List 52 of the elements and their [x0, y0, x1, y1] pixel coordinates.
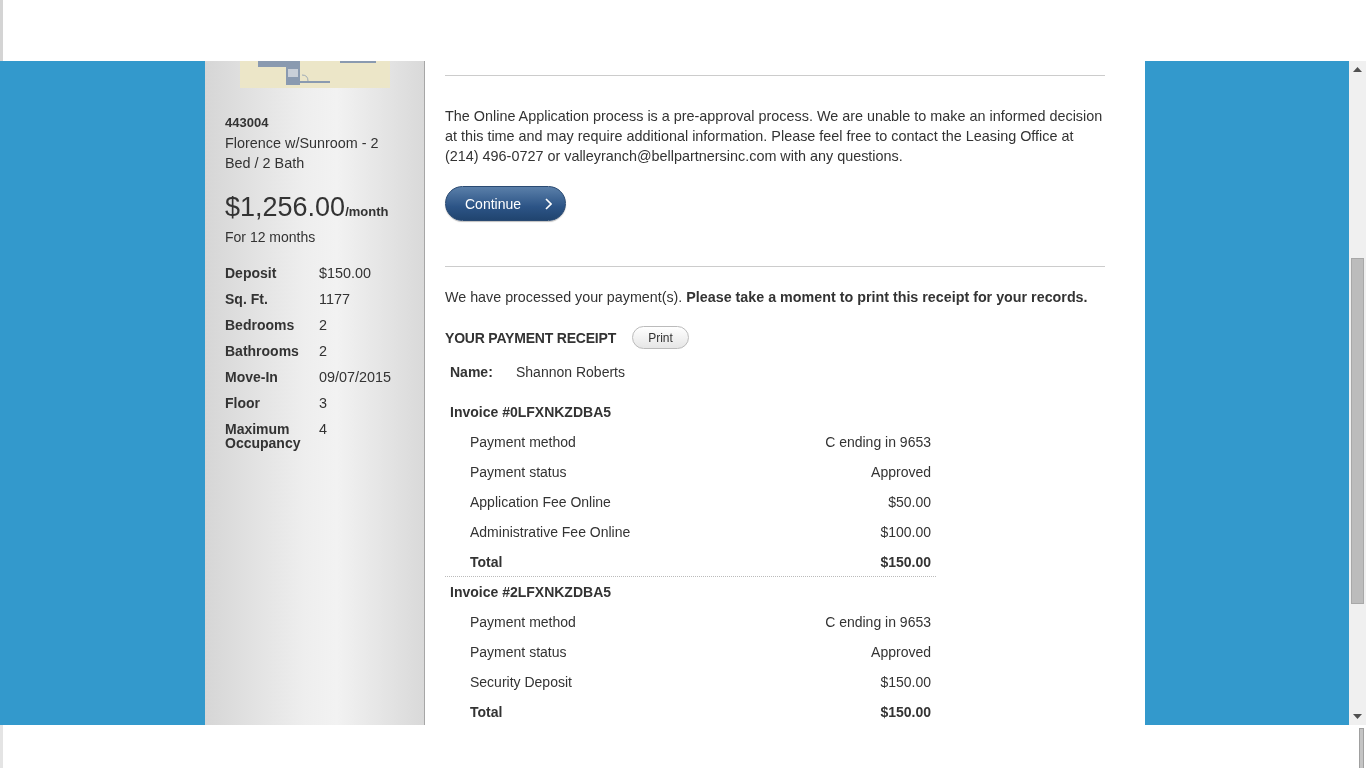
spec-value: 09/07/2015 [319, 370, 392, 384]
processed-message: We have processed your payment(s). Please take a moment to print this receipt for your records. [445, 288, 1089, 307]
total-value: $150.00 [880, 553, 931, 570]
spec-value: 2 [319, 344, 327, 358]
spec-value: $150.00 [319, 266, 372, 280]
line-value: $50.00 [888, 494, 931, 510]
continue-button[interactable]: Continue [445, 186, 566, 221]
line-value: $150.00 [880, 674, 931, 690]
line-label: Payment status [470, 644, 567, 660]
spec-label: Maximum Occupancy [225, 422, 302, 450]
total-label: Total [470, 703, 503, 720]
line-value: Approved [871, 644, 931, 660]
chevron-right-icon [545, 197, 553, 210]
lease-term: For 12 months [225, 228, 317, 246]
invoice-title: Invoice #0LFXNKZDBA5 [449, 403, 613, 422]
total-label: Total [470, 553, 503, 570]
arrow-down-icon[interactable] [1353, 714, 1362, 719]
spec-label: Bathrooms [225, 344, 300, 358]
line-label: Application Fee Online [470, 494, 611, 510]
scrollbar[interactable] [1349, 61, 1366, 725]
name-label: Name: [450, 364, 494, 380]
unit-number: 443004 [225, 114, 270, 132]
line-value: C ending in 9653 [825, 614, 931, 630]
price: $1,256.00 [225, 192, 346, 222]
spec-label: Bedrooms [225, 318, 296, 332]
unit-name: Florence w/Sunroom - 2 Bed / 2 Bath [225, 134, 380, 173]
scrollbar-thumb[interactable] [1351, 258, 1364, 604]
line-value: Approved [871, 464, 931, 480]
spec-label: Move-In [225, 370, 279, 384]
line-label: Payment status [470, 464, 567, 480]
name-value: Shannon Roberts [516, 364, 625, 380]
arrow-up-icon[interactable] [1353, 67, 1362, 72]
price-unit: /month [345, 204, 389, 219]
line-label: Security Deposit [470, 674, 572, 690]
invoice-title: Invoice #2LFXNKZDBA5 [449, 583, 613, 602]
spec-value: 4 [319, 422, 327, 436]
line-label: Payment method [470, 434, 576, 450]
print-button[interactable]: Print [632, 326, 690, 349]
line-value: $100.00 [880, 524, 931, 540]
line-label: Administrative Fee Online [470, 524, 631, 540]
notice-text: The Online Application process is a pre-approval process. We are unable to make an informed decision at this time and may require additional information. Please feel free to contact the Leasing Office at (214) 496-0727 or valleyranch@bellpartnersinc.com with any questions. [445, 107, 1104, 166]
spec-value: 2 [319, 318, 327, 332]
total-value: $150.00 [880, 703, 931, 720]
line-value: C ending in 9653 [825, 434, 931, 450]
spec-label: Deposit [225, 266, 278, 280]
line-label: Payment method [470, 614, 576, 630]
spec-label: Floor [225, 396, 261, 410]
spec-value: 3 [319, 396, 327, 410]
spec-label: Sq. Ft. [225, 292, 269, 306]
receipt-title: YOUR PAYMENT RECEIPT [445, 329, 617, 346]
spec-value: 1177 [319, 292, 350, 306]
scrollbar-thumb[interactable] [1359, 728, 1364, 768]
